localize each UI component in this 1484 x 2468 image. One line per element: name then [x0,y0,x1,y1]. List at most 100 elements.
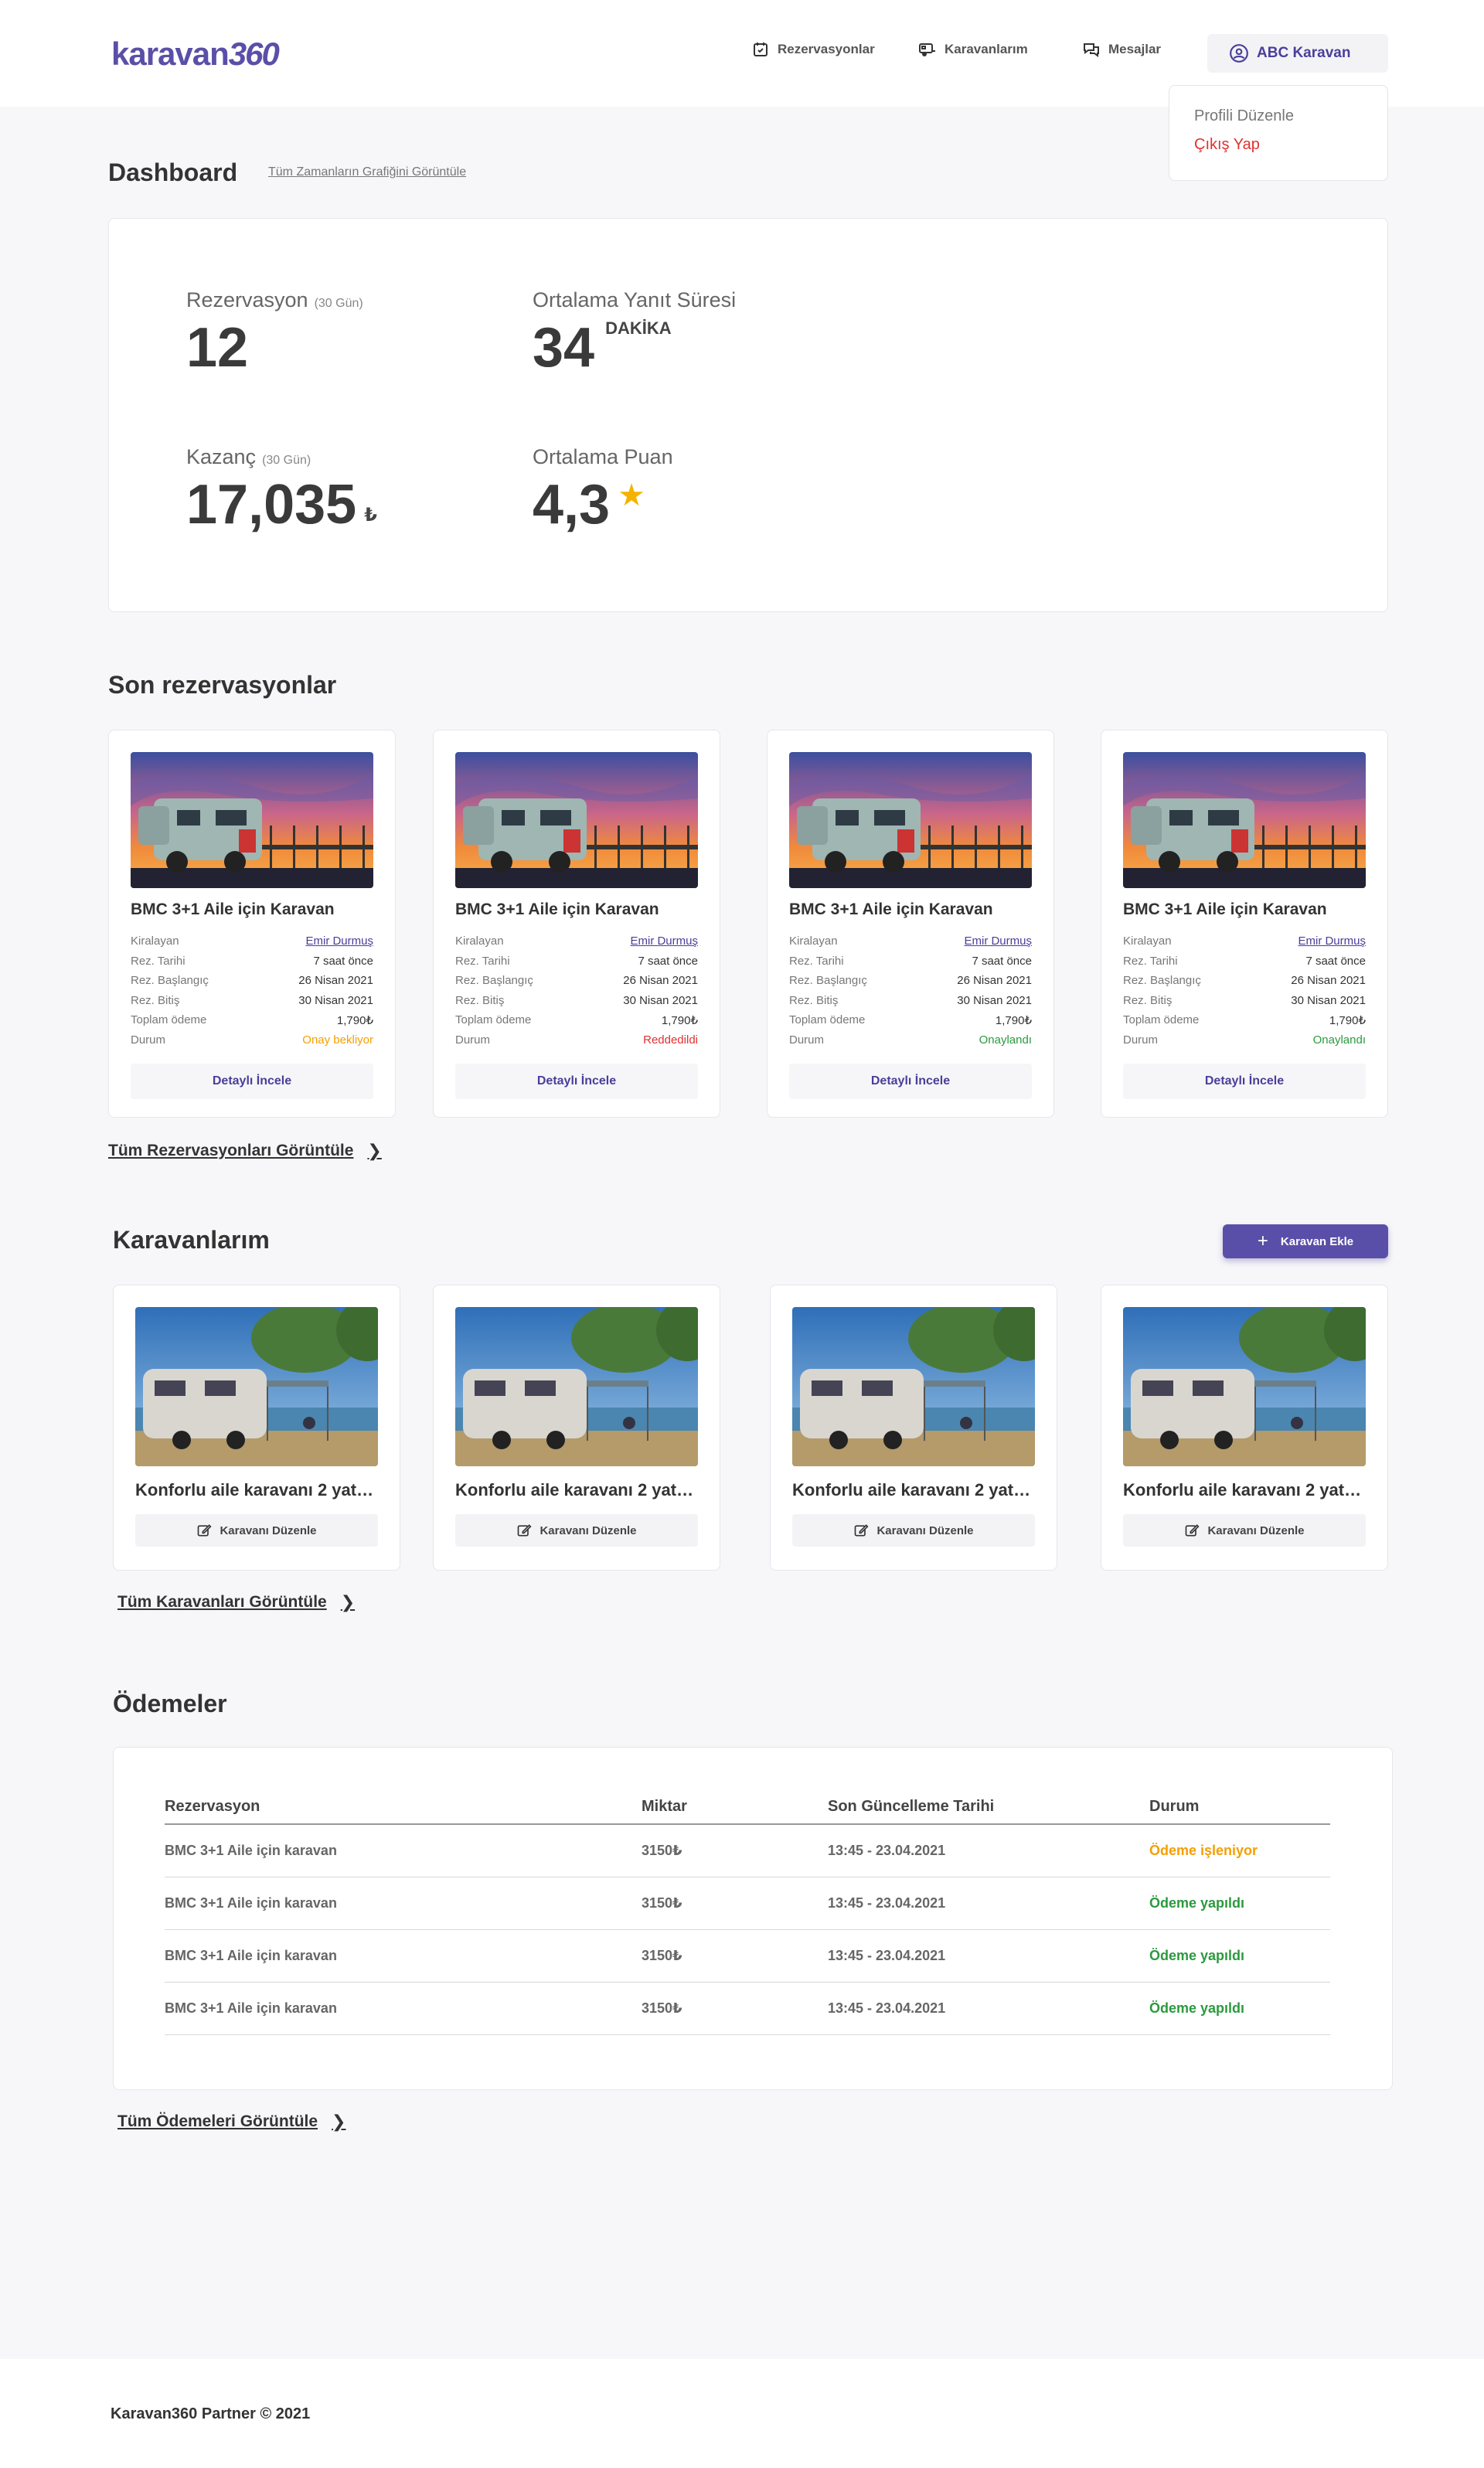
add-caravan-button[interactable]: + Karavan Ekle [1223,1224,1388,1258]
reservation-total-label: Toplam ödeme [789,1013,866,1026]
stat-reservations-value: 12 [186,317,249,379]
reservation-image [455,752,698,888]
nav-caravans[interactable]: Karavanlarım [918,40,1028,59]
payment-updated: 13:45 - 23.04.2021 [828,1843,946,1858]
payment-amount: 3150₺ [642,1895,682,1911]
reservation-row-date: Rez. Tarihi 7 saat önce [131,955,373,975]
reservation-details-button[interactable]: Detaylı İncele [789,1064,1032,1099]
reservation-renter-value[interactable]: Emir Durmuş [630,934,698,955]
reservation-row-total: Toplam ödeme 1,790₺ [1123,1013,1366,1033]
nav-messages-label: Mesajlar [1108,42,1162,56]
stat-earnings-period: (30 Gün) [262,454,311,467]
brand-logo[interactable]: karavan 360 [111,29,280,79]
calendar-check-icon [754,43,768,56]
page-title: Dashboard [108,158,238,186]
reservation-end-label: Rez. Bitiş [131,993,180,1007]
nav-messages[interactable]: Mesajlar [1082,40,1161,59]
stat-rating-label: Ortalama Puan [533,445,673,468]
view-all-caravans-link[interactable]: Tüm Karavanları Görüntüle ❯ [117,1592,355,1612]
reservation-status-label: Durum [131,1033,166,1047]
reservation-start-label: Rez. Başlangıç [789,974,867,987]
reservation-total-label: Toplam ödeme [131,1013,207,1026]
reservation-end-label: Rez. Bitiş [789,993,839,1007]
payment-amount: 3150₺ [642,1843,682,1858]
reservation-row-total: Toplam ödeme 1,790₺ [789,1013,1032,1033]
caravans-title: Karavanlarım [113,1226,270,1254]
reservation-details-button[interactable]: Detaylı İncele [1123,1064,1366,1099]
stat-response-unit: DAKİKA [605,318,672,338]
payments-card: Rezervasyon Miktar Son Güncelleme Tarihi… [113,1747,1393,2090]
caravan-image [135,1307,378,1466]
reservation-start-value: 26 Nisan 2021 [623,974,698,987]
table-row: BMC 3+1 Aile için karavan 3150₺ 13:45 - 23… [165,1877,1330,1930]
col-header-status: Durum [1149,1797,1200,1815]
logout-link[interactable]: Çıkış Yap [1194,136,1363,154]
reservation-date-value: 7 saat önce [638,954,698,968]
caravan-lake-photo [1123,1307,1366,1466]
reservation-status-value: Onaylandı [979,1033,1032,1047]
edit-icon [518,1524,532,1537]
reservation-row-end: Rez. Bitiş 30 Nisan 2021 [789,994,1032,1014]
reservation-image [1123,752,1366,888]
caravan-image [1123,1307,1366,1466]
reservation-renter-value[interactable]: Emir Durmuş [305,934,373,955]
reservation-row-renter: Kiralayan Emir Durmuş [789,934,1032,955]
all-time-chart-link[interactable]: Tüm Zamanların Grafiğini Görüntüle [268,165,466,179]
edit-icon [855,1524,869,1537]
payments-table: Rezervasyon Miktar Son Güncelleme Tarihi… [165,1789,1330,2035]
reservation-card: BMC 3+1 Aile için Karavan Kiralayan Emir D… [108,730,396,1118]
reservation-card: BMC 3+1 Aile için Karavan Kiralayan Emir D… [433,730,720,1118]
view-all-payments-label: Tüm Ödemeleri Görüntüle [117,2112,318,2130]
view-all-payments-link[interactable]: Tüm Ödemeleri Görüntüle ❯ [117,2112,345,2132]
stat-response-value: 34 [533,317,595,379]
chevron-right-icon: ❯ [332,2112,346,2131]
reservation-date-label: Rez. Tarihi [455,954,510,968]
reservation-title: BMC 3+1 Aile için Karavan [131,900,335,918]
nav-reservations-label: Rezervasyonlar [778,42,875,56]
caravan-sunset-photo [131,752,373,888]
reservation-row-status: Durum Onay bekliyor [131,1033,373,1054]
edit-profile-link[interactable]: Profili Düzenle [1194,107,1363,125]
reservation-renter-value[interactable]: Emir Durmuş [964,934,1032,955]
footer-copyright: Karavan360 Partner © 2021 [111,2405,311,2422]
nav-reservations[interactable]: Rezervasyonlar [751,40,875,59]
edit-caravan-label: Karavanı Düzenle [1207,1523,1305,1537]
reservation-row-start: Rez. Başlangıç 26 Nisan 2021 [1123,974,1366,994]
payment-status: Ödeme yapıldı [1149,1948,1245,1963]
reservation-details-button[interactable]: Detaylı İncele [455,1064,698,1099]
stat-reservations: Rezervasyon (30 Gün) 12 [186,288,363,376]
reservation-renter-value[interactable]: Emir Durmuş [1298,934,1366,955]
stat-response-time: Ortalama Yanıt Süresi 34 DAKİKA [533,288,736,376]
reservation-row-status: Durum Onaylandı [789,1033,1032,1054]
edit-caravan-button[interactable]: Karavanı Düzenle [792,1514,1035,1547]
edit-caravan-button[interactable]: Karavanı Düzenle [1123,1514,1366,1547]
reservation-total-value: 1,790₺ [661,1014,698,1027]
reservation-row-start: Rez. Başlangıç 26 Nisan 2021 [131,974,373,994]
table-row: BMC 3+1 Aile için karavan 3150₺ 13:45 - 23… [165,1825,1330,1877]
edit-caravan-button[interactable]: Karavanı Düzenle [135,1514,378,1547]
reservation-start-label: Rez. Başlangıç [1123,974,1201,987]
payment-reservation: BMC 3+1 Aile için karavan [165,1895,337,1911]
payment-updated: 13:45 - 23.04.2021 [828,2000,946,2016]
profile-name: ABC Karavan [1257,45,1351,61]
reservation-renter-label: Kiralayan [455,934,504,948]
stat-response-label: Ortalama Yanıt Süresi [533,288,737,311]
col-header-reservation: Rezervasyon [165,1797,260,1815]
reservation-row-end: Rez. Bitiş 30 Nisan 2021 [1123,994,1366,1014]
reservation-status-label: Durum [789,1033,825,1047]
view-all-reservations-link[interactable]: Tüm Rezervasyonları Görüntüle ❯ [108,1141,382,1161]
reservation-title: BMC 3+1 Aile için Karavan [789,900,993,918]
edit-caravan-button[interactable]: Karavanı Düzenle [455,1514,698,1547]
payment-amount: 3150₺ [642,1948,682,1963]
reservation-start-value: 26 Nisan 2021 [1291,974,1366,987]
stat-reservations-period: (30 Gün) [314,297,363,310]
reservation-renter-label: Kiralayan [131,934,179,948]
reservation-row-date: Rez. Tarihi 7 saat önce [455,955,698,975]
reservation-details-button[interactable]: Detaylı İncele [131,1064,373,1099]
reservation-start-value: 26 Nisan 2021 [957,974,1032,987]
view-all-reservations-label: Tüm Rezervasyonları Görüntüle [108,1142,354,1159]
profile-menu-button[interactable]: ABC Karavan [1207,34,1388,73]
user-circle-icon [1230,44,1248,63]
caravan-icon [919,43,935,56]
add-caravan-label: Karavan Ekle [1280,1234,1354,1248]
